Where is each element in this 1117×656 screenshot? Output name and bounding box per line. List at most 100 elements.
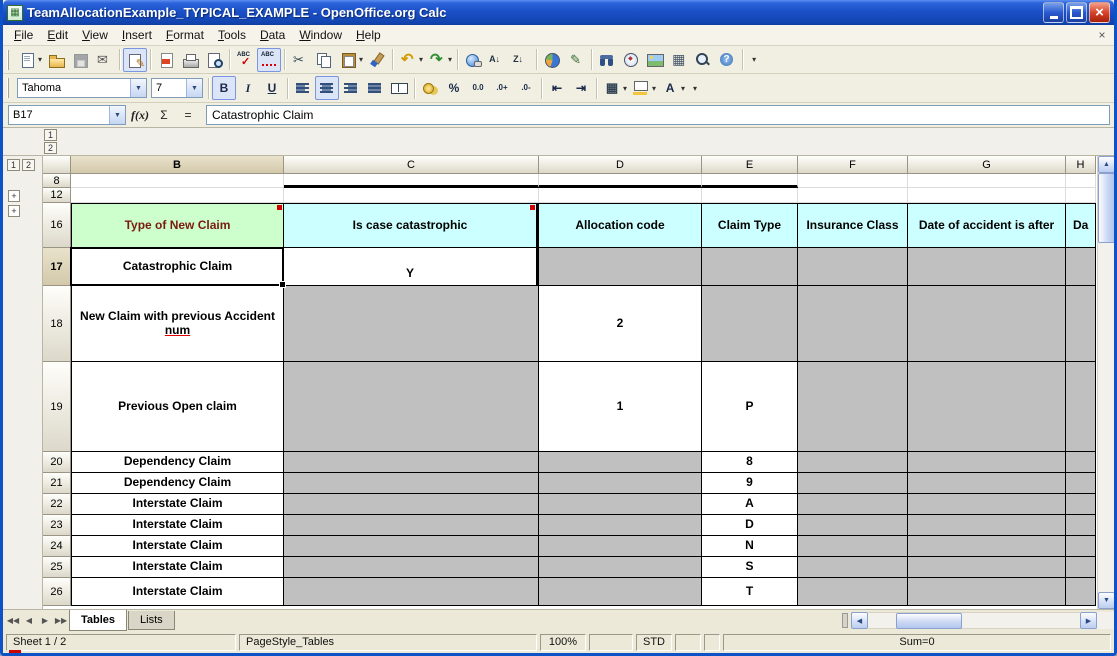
cell-H23[interactable]	[1066, 515, 1096, 536]
cell-D25[interactable]	[539, 557, 702, 578]
toolbar-options-arrow[interactable]: ▾	[752, 55, 756, 64]
autospellcheck-button[interactable]	[257, 48, 281, 72]
cell-D12[interactable]	[539, 188, 702, 203]
column-header-F[interactable]: F	[798, 156, 908, 174]
cell-D21[interactable]	[539, 473, 702, 494]
cell-E26[interactable]: T	[702, 578, 798, 606]
horizontal-scrollbar[interactable]: ◀ ▶	[851, 612, 1114, 629]
horizontal-scroll-track[interactable]	[868, 612, 1080, 629]
hyperlink-button[interactable]	[461, 48, 485, 72]
expand-group-button[interactable]: +	[8, 205, 20, 217]
cell-G26[interactable]	[908, 578, 1066, 606]
cell-H16[interactable]: Da	[1066, 203, 1096, 248]
background-color-button[interactable]: ▾	[629, 76, 658, 100]
cell-E16[interactable]: Claim Type	[702, 203, 798, 248]
sort-descending-button[interactable]	[509, 48, 533, 72]
row-header-26[interactable]: 26	[43, 578, 71, 606]
cell-C23[interactable]	[284, 515, 539, 536]
toolbar-options-arrow[interactable]: ▾	[693, 84, 697, 93]
scroll-right-icon[interactable]: ▶	[1080, 612, 1097, 629]
cell-F12[interactable]	[798, 188, 908, 203]
cell-H26[interactable]	[1066, 578, 1096, 606]
first-sheet-icon[interactable]: ◀◀	[5, 613, 21, 629]
row-header-25[interactable]: 25	[43, 557, 71, 578]
select-all-corner[interactable]	[43, 156, 71, 174]
align-center-button[interactable]	[315, 76, 339, 100]
number-format-standard-button[interactable]: 0.0	[466, 76, 490, 100]
cell-G21[interactable]	[908, 473, 1066, 494]
cell-C25[interactable]	[284, 557, 539, 578]
cell-B12[interactable]	[71, 188, 284, 203]
expand-group-button[interactable]: +	[8, 190, 20, 202]
scroll-up-icon[interactable]: ▲	[1098, 156, 1114, 173]
gallery-button[interactable]	[643, 48, 667, 72]
cell-D19[interactable]: 1	[539, 362, 702, 452]
status-page-style[interactable]: PageStyle_Tables	[239, 634, 537, 651]
spellcheck-button[interactable]	[233, 48, 257, 72]
row-header-16[interactable]: 16	[43, 203, 71, 248]
cell-H20[interactable]	[1066, 452, 1096, 473]
menu-tools[interactable]: Tools	[211, 26, 253, 44]
cell-G22[interactable]	[908, 494, 1066, 515]
cell-C21[interactable]	[284, 473, 539, 494]
menu-help[interactable]: Help	[349, 26, 388, 44]
font-size-combo[interactable]: 7 ▼	[151, 78, 203, 98]
vertical-scrollbar[interactable]: ▲ ▼	[1097, 156, 1114, 609]
cell-G18[interactable]	[908, 286, 1066, 362]
cell-E8[interactable]	[702, 174, 798, 188]
cell-B24[interactable]: Interstate Claim	[71, 536, 284, 557]
cell-G12[interactable]	[908, 188, 1066, 203]
row-header-17[interactable]: 17	[43, 248, 71, 286]
font-color-button[interactable]: A▾	[658, 76, 687, 100]
horizontal-scroll-thumb[interactable]	[896, 613, 962, 629]
navigator-button[interactable]	[619, 48, 643, 72]
previous-sheet-icon[interactable]: ◀	[21, 613, 37, 629]
new-document-dropdown-arrow[interactable]: ▾	[38, 55, 42, 64]
cell-C26[interactable]	[284, 578, 539, 606]
function-button[interactable]: =	[176, 105, 200, 125]
title-bar[interactable]: ▦ TeamAllocationExample_TYPICAL_EXAMPLE …	[3, 0, 1114, 25]
insert-chart-button[interactable]	[540, 48, 564, 72]
cell-B22[interactable]: Interstate Claim	[71, 494, 284, 515]
status-sheet-indicator[interactable]: Sheet 1 / 2	[6, 634, 236, 651]
tab-splitter-handle[interactable]	[842, 613, 848, 628]
row-outline-level-1-button[interactable]: 1	[7, 159, 20, 171]
data-sources-button[interactable]	[667, 48, 691, 72]
merge-cells-button[interactable]	[387, 76, 411, 100]
cell-B19[interactable]: Previous Open claim	[71, 362, 284, 452]
document-close-icon[interactable]: ×	[1094, 27, 1110, 43]
paste-dropdown-arrow[interactable]: ▾	[359, 55, 363, 64]
column-header-C[interactable]: C	[284, 156, 539, 174]
row-header-12[interactable]: 12	[43, 188, 71, 203]
row-header-19[interactable]: 19	[43, 362, 71, 452]
document-as-email-button[interactable]	[92, 48, 116, 72]
borders-dropdown-arrow[interactable]: ▾	[623, 84, 627, 93]
cell-E20[interactable]: 8	[702, 452, 798, 473]
increase-indent-button[interactable]: ⇥	[569, 76, 593, 100]
spreadsheet-grid[interactable]: BCDEFGH81216Type of New ClaimIs case cat…	[43, 156, 1096, 609]
column-header-G[interactable]: G	[908, 156, 1066, 174]
chevron-down-icon[interactable]: ▼	[130, 79, 146, 97]
align-right-button[interactable]	[339, 76, 363, 100]
show-draw-functions-button[interactable]	[564, 48, 588, 72]
redo-button[interactable]: ▾	[425, 48, 454, 72]
cell-C20[interactable]	[284, 452, 539, 473]
cell-B18[interactable]: New Claim with previous Accidentnum	[71, 286, 284, 362]
cell-E24[interactable]: N	[702, 536, 798, 557]
status-selection-mode[interactable]: STD	[636, 634, 672, 651]
cell-G24[interactable]	[908, 536, 1066, 557]
cell-H17[interactable]	[1066, 248, 1096, 286]
status-modified-flag[interactable]	[675, 634, 701, 651]
export-pdf-button[interactable]	[154, 48, 178, 72]
row-header-20[interactable]: 20	[43, 452, 71, 473]
cell-G17[interactable]	[908, 248, 1066, 286]
cell-C19[interactable]	[284, 362, 539, 452]
number-format-currency-button[interactable]	[418, 76, 442, 100]
print-button[interactable]	[178, 48, 202, 72]
sheet-tab-tables[interactable]: Tables	[69, 610, 127, 631]
column-header-H[interactable]: H	[1066, 156, 1096, 174]
menu-edit[interactable]: Edit	[40, 26, 75, 44]
number-format-percent-button[interactable]: %	[442, 76, 466, 100]
function-wizard-button[interactable]: f(x)	[128, 105, 152, 125]
cell-B16[interactable]: Type of New Claim	[71, 203, 284, 248]
